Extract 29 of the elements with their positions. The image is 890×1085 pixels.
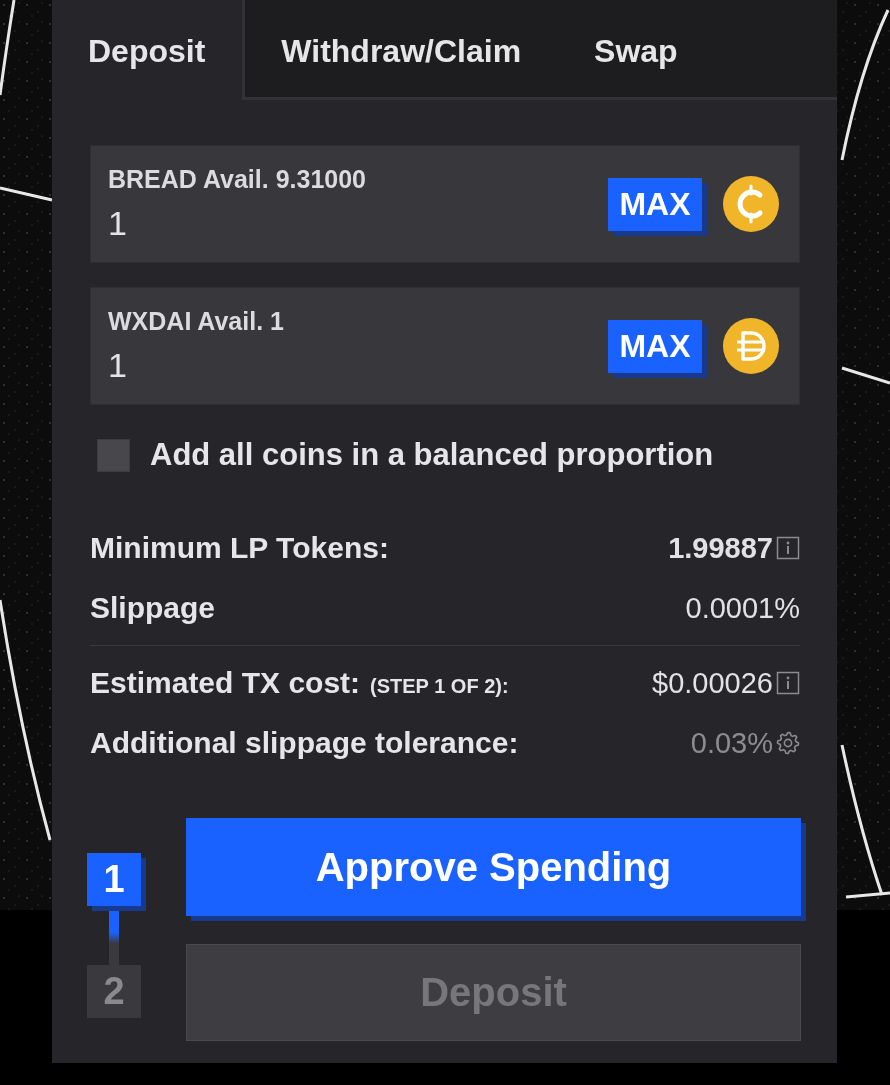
detail-value: 0.0001% [685, 591, 800, 625]
checkbox-label[interactable]: Add all coins in a balanced proportion [150, 437, 714, 473]
amount-input[interactable]: 1 [108, 345, 408, 386]
info-icon[interactable] [776, 536, 800, 560]
tab[interactable]: Swap [558, 0, 715, 97]
coin-icon [723, 176, 779, 232]
detail-label: Estimated TX cost: [90, 666, 361, 700]
available-balance-label: WXDAI Avail. 1 [108, 306, 284, 336]
settings-icon[interactable] [776, 731, 800, 755]
action-button[interactable]: Approve Spending [186, 818, 806, 921]
detail-label: Additional slippage tolerance: [90, 726, 519, 760]
step-number-badge: 2 [87, 965, 141, 1018]
max-button[interactable]: MAX [608, 320, 707, 378]
amount-input[interactable]: 1 [108, 203, 408, 244]
detail-value: 1.99887 [668, 531, 773, 565]
coin-icon [723, 318, 779, 374]
tab[interactable]: Deposit [52, 0, 243, 100]
step-number-badge: 1 [87, 853, 146, 911]
checkbox[interactable] [97, 438, 130, 472]
detail-value: $0.00026 [652, 666, 773, 700]
available-balance-label: BREAD Avail. 9.31000 [108, 164, 366, 194]
info-icon[interactable] [776, 671, 800, 695]
step-note: (STEP 1 OF 2): [370, 675, 509, 698]
tab[interactable]: Withdraw/Claim [242, 0, 559, 97]
detail-label: Minimum LP Tokens: [90, 531, 389, 565]
detail-value: 0.03% [690, 726, 773, 760]
detail-label: Slippage [90, 591, 216, 625]
max-button[interactable]: MAX [608, 178, 707, 236]
step-connector [109, 911, 119, 965]
